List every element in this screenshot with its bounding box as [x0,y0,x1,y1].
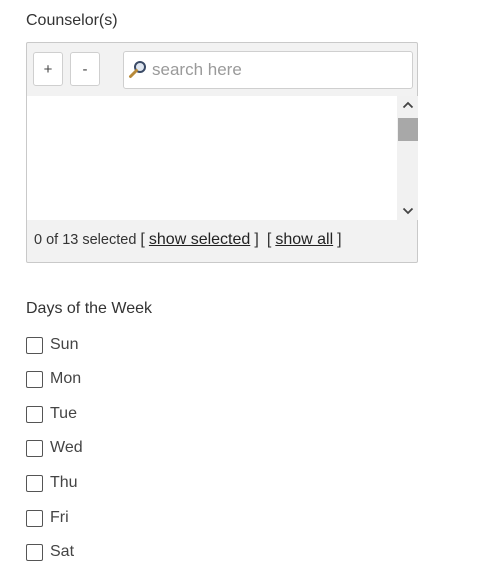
counselors-label: Counselor(s) [26,12,118,29]
add-counselor-button[interactable]: + [33,52,63,86]
checkbox[interactable] [26,370,43,388]
day-option-wed[interactable]: Wed [26,437,83,459]
checkbox[interactable] [26,405,43,423]
checkbox[interactable] [26,509,43,527]
day-option-thu[interactable]: Thu [26,472,78,494]
scroll-up-button[interactable] [397,96,418,114]
counselor-picker: + - 0 of 13 selected [ show selected ] [… [26,42,418,263]
bracket-close: ] [254,231,259,248]
scroll-down-button[interactable] [397,202,418,220]
selected-count: 0 of 13 selected [34,232,137,248]
checkbox[interactable] [26,336,43,354]
show-selected-link[interactable]: show selected [149,231,250,248]
checkbox[interactable] [26,439,43,457]
show-all-link[interactable]: show all [275,231,333,248]
day-label: Sat [50,543,75,560]
day-option-tue[interactable]: Tue [26,403,77,425]
day-option-sat[interactable]: Sat [26,541,74,563]
day-label: Fri [50,509,69,526]
day-label: Tue [50,405,77,422]
search-input[interactable] [152,52,402,88]
day-label: Sun [50,336,79,353]
chevron-up-icon [402,101,413,109]
day-option-mon[interactable]: Mon [26,368,81,390]
day-label: Mon [50,370,82,387]
scroll-thumb[interactable] [398,118,418,141]
day-label: Thu [50,474,78,491]
bracket-open: [ [140,231,145,248]
bracket-open: [ [266,231,272,248]
counselor-list[interactable] [27,96,397,220]
day-label: Wed [50,439,83,456]
chevron-down-icon [402,207,413,215]
magnifier-icon [129,61,146,78]
day-option-sun[interactable]: Sun [26,334,78,356]
search-box [123,51,413,89]
list-scrollbar[interactable] [397,96,418,220]
day-option-fri[interactable]: Fri [26,507,69,529]
checkbox[interactable] [26,543,43,561]
bracket-close: ] [337,231,342,248]
checkbox[interactable] [26,474,43,492]
remove-counselor-button[interactable]: - [70,52,100,86]
selection-footer: 0 of 13 selected [ show selected ] [ sho… [34,231,342,249]
days-of-week-label: Days of the Week [26,300,152,317]
